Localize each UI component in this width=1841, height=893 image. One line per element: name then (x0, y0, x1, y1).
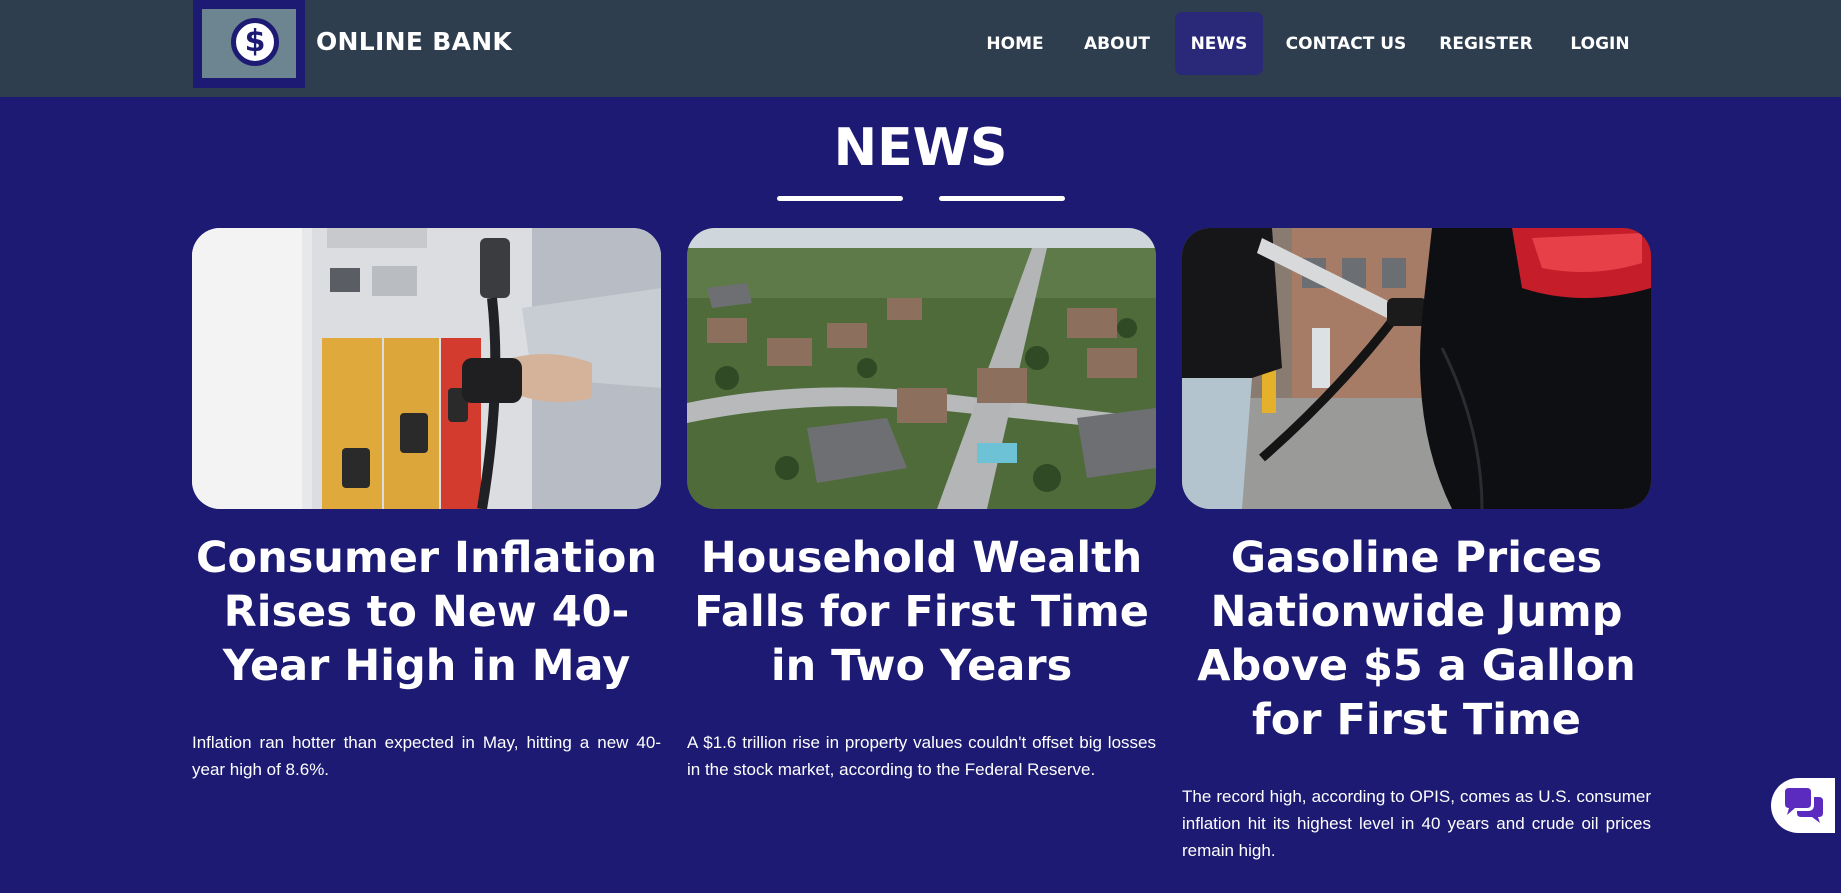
news-card-image[interactable] (1182, 228, 1651, 509)
chat-widget-button[interactable] (1771, 778, 1835, 833)
nav-about[interactable]: ABOUT (1078, 12, 1156, 75)
logo[interactable]: $ (193, 0, 305, 88)
nav-news[interactable]: NEWS (1175, 12, 1263, 75)
gas-pump-photo (192, 228, 661, 509)
page-title: NEWS (833, 118, 1008, 178)
chat-bubbles-icon (1785, 787, 1823, 823)
nav-home[interactable]: HOME (976, 12, 1054, 75)
dollar-coin-icon: $ (231, 18, 279, 66)
news-card-description: Inflation ran hotter than expected in Ma… (192, 733, 661, 779)
top-navbar: $ ONLINE BANK HOME ABOUT NEWS CONTACT US… (0, 0, 1841, 97)
news-card-image[interactable] (192, 228, 661, 509)
car-refueling-photo (1182, 228, 1651, 509)
news-card: Gasoline Prices Nationwide Jump Above $5… (1182, 228, 1651, 864)
title-underline-left (777, 196, 903, 201)
news-card: Household Wealth Falls for First Time in… (687, 228, 1156, 783)
nav-login[interactable]: LOGIN (1564, 12, 1636, 75)
news-card-title[interactable]: Gasoline Prices Nationwide Jump Above $5… (1182, 531, 1651, 747)
news-card-image[interactable] (687, 228, 1156, 509)
nav-register[interactable]: REGISTER (1432, 12, 1540, 75)
news-card-description: The record high, according to OPIS, come… (1182, 787, 1651, 860)
news-card-title[interactable]: Consumer Inflation Rises to New 40-Year … (192, 531, 661, 693)
news-card: Consumer Inflation Rises to New 40-Year … (192, 228, 661, 783)
title-underline-right (939, 196, 1065, 201)
suburban-houses-aerial-photo (687, 228, 1156, 509)
news-card-title[interactable]: Household Wealth Falls for First Time in… (687, 531, 1156, 693)
logo-background: $ (202, 9, 296, 78)
nav-contact-us[interactable]: CONTACT US (1284, 12, 1408, 75)
news-card-description: A $1.6 trillion rise in property values … (687, 733, 1156, 779)
logo-symbol: $ (244, 24, 266, 59)
brand-name[interactable]: ONLINE BANK (316, 27, 512, 56)
